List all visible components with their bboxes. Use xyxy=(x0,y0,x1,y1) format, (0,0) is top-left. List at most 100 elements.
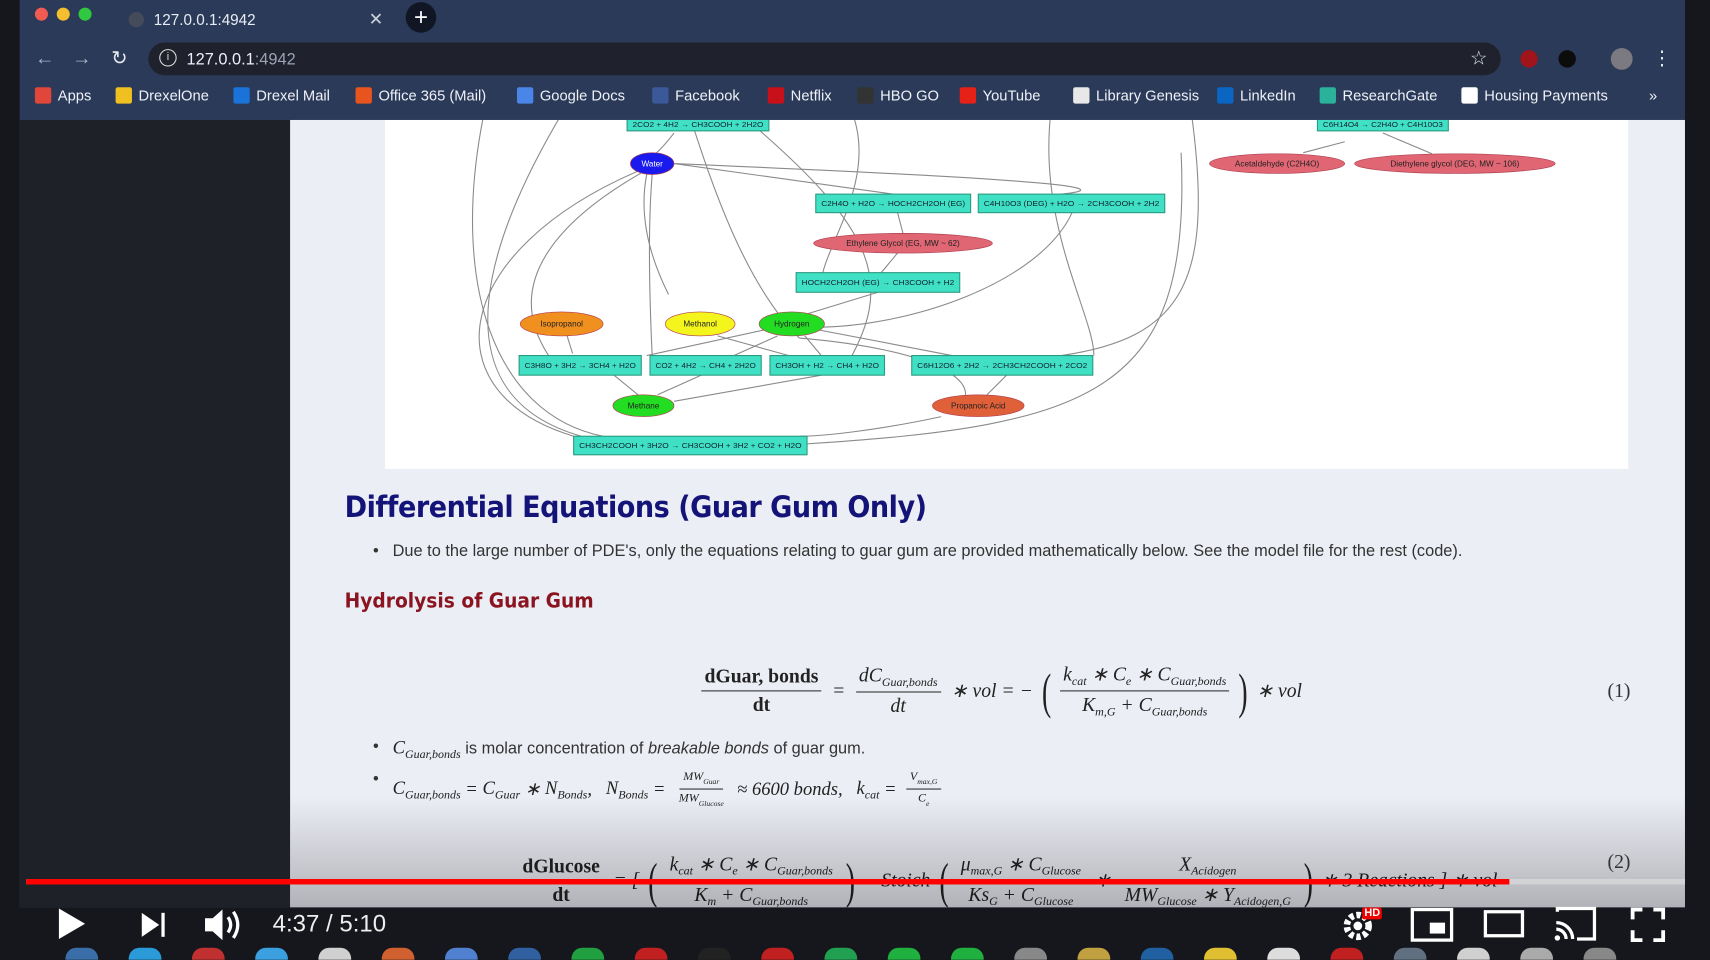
dock-app-icon[interactable] xyxy=(697,947,731,960)
section-heading: Differential Equations (Guar Gum Only) xyxy=(344,490,927,525)
bookmark-hbo-go[interactable]: HBO GO xyxy=(857,87,939,104)
math-fraction: Vmax,G Ce xyxy=(906,770,941,809)
theater-mode-icon[interactable] xyxy=(1483,910,1525,941)
dock-app-icon[interactable] xyxy=(255,947,288,960)
dock-app-icon[interactable] xyxy=(571,947,605,960)
math-subscript: Guar,bonds xyxy=(777,864,833,878)
reaction-node-label: HOCH2CH2OH (EG) → CH3COOH + H2 xyxy=(802,278,955,287)
math-symbol: CGuar,bonds xyxy=(868,664,938,690)
bookmark-library-genesis[interactable]: Library Genesis xyxy=(1073,87,1200,104)
dock-app-icon[interactable] xyxy=(318,947,352,960)
close-tab-icon[interactable]: ✕ xyxy=(369,9,384,31)
bookmark-apps[interactable]: Apps xyxy=(34,87,91,104)
math-subscript: m,G xyxy=(1095,705,1116,719)
reaction-node-label: C6H12O6 + 2H2 → 2CH3CH2COOH + 2CO2 xyxy=(917,361,1087,370)
bookmark-researchgate[interactable]: ResearchGate xyxy=(1319,87,1437,104)
site-info-icon[interactable]: i xyxy=(159,49,177,67)
dock-app-icon[interactable] xyxy=(1393,947,1427,960)
minimize-window-button[interactable] xyxy=(56,7,70,21)
volume-icon[interactable] xyxy=(203,906,247,943)
reload-icon[interactable]: ↻ xyxy=(111,47,127,70)
equation-2-number: (2) xyxy=(1607,850,1631,873)
dock-app-icon[interactable] xyxy=(1140,947,1174,960)
dock-app-icon[interactable] xyxy=(381,947,415,960)
bookmark-netflix[interactable]: Netflix xyxy=(767,87,832,104)
math-operator: ∗ xyxy=(1086,663,1113,685)
profile-avatar[interactable] xyxy=(1610,47,1633,70)
dock-app-icon[interactable] xyxy=(1583,947,1617,960)
math-subscript: Acidogen xyxy=(1191,864,1237,878)
dock-app-icon[interactable] xyxy=(1077,947,1111,960)
dock-app-icon[interactable] xyxy=(444,947,478,960)
more-bookmarks-button[interactable]: » xyxy=(1649,87,1657,103)
miniplayer-icon[interactable] xyxy=(1410,907,1454,942)
fraction-denominator: Km,G + CGuar,bonds xyxy=(1079,691,1211,719)
video-time: 4:37 / 5:10 xyxy=(273,910,386,938)
close-window-button[interactable] xyxy=(34,7,48,21)
bookmark-drexel-mail[interactable]: Drexel Mail xyxy=(233,87,330,104)
bookmark-star-icon[interactable]: ☆ xyxy=(1470,47,1488,70)
forward-icon[interactable]: → xyxy=(72,47,92,70)
dock-app-icon[interactable] xyxy=(1457,947,1490,960)
graph-edge xyxy=(880,252,898,273)
subsection-heading: Hydrolysis of Guar Gum xyxy=(344,588,594,613)
new-tab-button[interactable]: + xyxy=(405,2,437,33)
species-node-eg: Ethylene Glycol (EG, MW ~ 62) xyxy=(813,233,993,254)
fraction-denominator: dt xyxy=(749,691,773,716)
play-icon[interactable] xyxy=(57,906,88,941)
bookmark-linkedin[interactable]: LinkedIn xyxy=(1217,87,1296,104)
ublock-extension-icon[interactable] xyxy=(1520,50,1538,68)
dock-app-icon[interactable] xyxy=(1267,947,1300,960)
housing-icon xyxy=(1461,87,1478,104)
bookmark-google-docs[interactable]: Google Docs xyxy=(516,87,625,104)
right-paren: ) xyxy=(1238,662,1248,719)
dock-app-icon[interactable] xyxy=(951,947,984,960)
bookmark-label: Library Genesis xyxy=(1096,87,1200,104)
graph-edge xyxy=(815,212,1073,328)
time-current: 4:37 xyxy=(272,909,320,937)
species-node-ch4: Methane xyxy=(612,394,675,417)
math-operator: dt xyxy=(890,694,906,717)
dock-app-icon[interactable] xyxy=(1520,947,1554,960)
browser-tab[interactable]: 127.0.0.1:4942 ✕ xyxy=(123,4,396,35)
dock-app-icon[interactable] xyxy=(887,947,921,960)
bookmark-drexelone[interactable]: DrexelOne xyxy=(115,87,209,104)
dock-app-icon[interactable] xyxy=(1014,947,1047,960)
dock-app-icon[interactable] xyxy=(65,947,99,960)
fraction-numerator: dGlucose xyxy=(519,855,604,882)
shield-extension-icon[interactable] xyxy=(1558,50,1576,68)
address-bar[interactable]: i 127.0.0.1:4942 ☆ xyxy=(148,42,1501,76)
dock-app-icon[interactable] xyxy=(508,947,541,960)
bookmark-youtube[interactable]: YouTube xyxy=(959,87,1041,104)
video-progress-bar[interactable] xyxy=(26,879,1685,885)
math-symbol: Ce xyxy=(719,852,738,878)
math-symbol: kcat xyxy=(1063,663,1087,689)
cast-icon[interactable] xyxy=(1553,905,1599,942)
left-paren: ( xyxy=(1041,662,1051,719)
dock-app-icon[interactable] xyxy=(128,947,162,960)
menu-kebab-icon[interactable]: ⋮ xyxy=(1652,47,1672,70)
graph-edge xyxy=(657,374,702,396)
dock-app-icon[interactable] xyxy=(191,947,225,960)
math-subscript: Guar xyxy=(494,787,521,802)
math-symbol: Ce xyxy=(917,791,930,809)
dock-app-icon[interactable] xyxy=(824,947,858,960)
cguar-bonds-symbol: CGuar,bonds xyxy=(393,737,461,761)
dock-app-icon[interactable] xyxy=(1204,947,1237,960)
url-text[interactable]: 127.0.0.1:4942 xyxy=(186,50,295,69)
video-progress-fill xyxy=(26,879,1510,885)
dock-app-icon[interactable] xyxy=(634,947,668,960)
page-content: 2CO2 + 4H2 → CH3COOH + 2H2O C6H14O4 → C2H… xyxy=(290,119,1685,908)
bookmark-housing-payments[interactable]: Housing Payments xyxy=(1461,87,1608,104)
navigation-bar: ← → ↻ i 127.0.0.1:4942 ☆ ⋮ xyxy=(20,39,1685,78)
dock-app-icon[interactable] xyxy=(1330,947,1364,960)
fullscreen-icon[interactable] xyxy=(1630,907,1666,943)
back-icon[interactable]: ← xyxy=(35,47,55,70)
bookmark-office-365-mail[interactable]: Office 365 (Mail) xyxy=(355,87,486,104)
bookmark-facebook[interactable]: Facebook xyxy=(652,87,740,104)
next-video-icon[interactable] xyxy=(140,911,168,939)
dock-app-icon[interactable] xyxy=(761,947,794,960)
maximize-window-button[interactable] xyxy=(78,7,92,21)
math-subscript: e xyxy=(925,799,930,809)
species-node-label: Ethylene Glycol (EG, MW ~ 62) xyxy=(846,239,960,248)
